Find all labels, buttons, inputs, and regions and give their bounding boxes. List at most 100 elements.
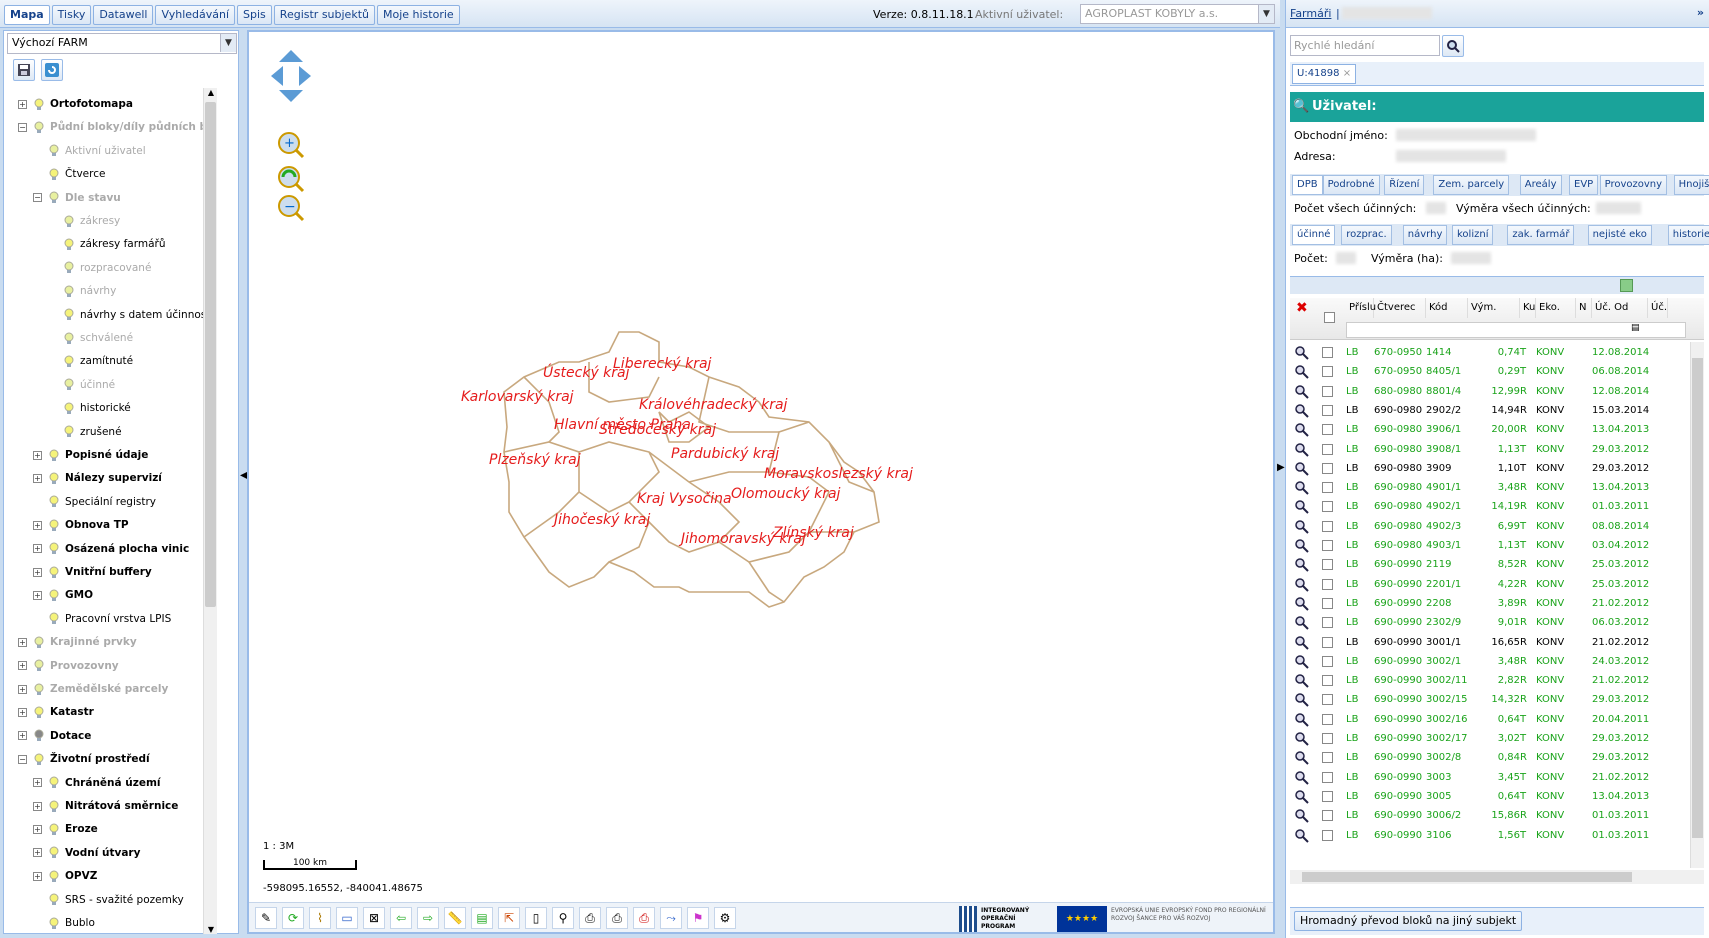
layer-node[interactable]: + Nitrátová směrnice — [33, 796, 178, 816]
subtab-3[interactable]: kolizní — [1452, 225, 1494, 245]
tab-0[interactable]: Mapa — [4, 5, 50, 25]
bulb-icon[interactable] — [34, 98, 44, 111]
bulb-icon[interactable] — [49, 168, 59, 181]
row-checkbox[interactable] — [1322, 366, 1333, 378]
bulb-icon[interactable] — [49, 800, 59, 813]
column-header[interactable]: Úč. — [1648, 298, 1668, 318]
row-checkbox[interactable] — [1322, 540, 1333, 551]
bulb-icon[interactable] — [49, 589, 59, 602]
layer-node[interactable]: + Eroze — [33, 819, 98, 839]
row-checkbox[interactable] — [1322, 617, 1333, 629]
table-row[interactable]: LB 690-0980 4901/1 3,48 R KONV 13.04.2013 — [1290, 477, 1690, 498]
layers-icon[interactable]: ▤ — [471, 907, 493, 929]
table-row[interactable]: LB 690-0990 3106 1,56 T KONV 01.03.2011 — [1290, 825, 1690, 846]
grid-hscrollbar[interactable] — [1290, 870, 1704, 884]
table-row[interactable]: LB 680-0980 8801/4 12,99 R KONV 12.08.2014 — [1290, 381, 1690, 402]
layer-node[interactable]: + Zemědělské parcely — [18, 679, 168, 699]
row-checkbox[interactable] — [1322, 501, 1333, 513]
expand-toggle-icon[interactable]: + — [33, 450, 42, 460]
row-checkbox[interactable] — [1322, 771, 1333, 783]
expand-toggle-icon[interactable]: + — [33, 567, 42, 577]
subtab-3[interactable]: Zem. parcely — [1433, 175, 1510, 195]
row-checkbox[interactable] — [1322, 462, 1333, 474]
collapse-panel-icon[interactable]: » — [1697, 6, 1704, 19]
bulb-icon[interactable] — [64, 238, 74, 251]
layer-node[interactable]: + Obnova TP — [33, 515, 129, 535]
bulb-icon[interactable] — [49, 191, 59, 204]
column-header[interactable]: Čtverec — [1374, 298, 1426, 318]
bulb-icon[interactable] — [49, 823, 59, 836]
expand-toggle-icon[interactable]: + — [18, 684, 27, 694]
subtab-4[interactable]: zak. farmář — [1507, 225, 1575, 245]
subtab-1[interactable]: Podrobné — [1322, 175, 1380, 195]
row-checkbox[interactable] — [1322, 790, 1333, 802]
bulb-icon[interactable] — [49, 870, 59, 883]
export-icon[interactable]: ⇱ — [498, 907, 520, 929]
row-checkbox[interactable] — [1322, 347, 1333, 358]
expand-toggle-icon[interactable]: + — [33, 590, 42, 600]
subtab-2[interactable]: návrhy — [1402, 225, 1448, 245]
tab-3[interactable]: Vyhledávání — [155, 5, 236, 25]
bulb-icon[interactable] — [49, 519, 59, 532]
bulb-icon[interactable] — [34, 659, 44, 672]
bulb-icon[interactable] — [64, 332, 74, 345]
scale-icon[interactable]: ⊠ — [363, 907, 385, 929]
column-header[interactable]: Kód — [1426, 298, 1468, 318]
layer-node[interactable]: zákresy farmářů — [48, 234, 166, 254]
expand-toggle-icon[interactable]: + — [33, 473, 42, 483]
layer-node[interactable]: + Ortofotomapa — [18, 94, 133, 114]
select-all-checkbox[interactable] — [1324, 312, 1335, 323]
row-checkbox[interactable] — [1322, 597, 1333, 609]
print3-icon[interactable]: ⎙ — [633, 907, 655, 929]
table-row[interactable]: LB 690-0980 4903/1 1,13 T KONV 03.04.2012 — [1290, 535, 1690, 556]
bulb-icon[interactable] — [34, 729, 44, 742]
bulb-icon[interactable] — [34, 706, 44, 719]
layer-node[interactable]: + Dotace — [18, 726, 91, 746]
tab-1[interactable]: Tisky — [51, 5, 92, 25]
layer-node[interactable]: + OPVZ — [33, 866, 97, 886]
layer-node[interactable]: SRS - svažité pozemky — [33, 890, 184, 910]
table-row[interactable]: LB 690-0990 3002/8 0,84 R KONV 29.03.2012 — [1290, 747, 1690, 768]
expand-toggle-icon[interactable]: − — [33, 193, 42, 203]
bulb-icon[interactable] — [64, 308, 74, 321]
layer-node[interactable]: návrhy s datem účinnosti — [48, 305, 213, 325]
table-row[interactable]: LB 690-0980 4902/1 14,19 R KONV 01.03.2011 — [1290, 496, 1690, 517]
print2-icon[interactable]: ⎙ — [606, 907, 628, 929]
layer-node[interactable]: zamítnuté — [48, 351, 133, 371]
table-row[interactable]: LB 690-0990 3001/1 16,65 R KONV 21.02.2012 — [1290, 632, 1690, 653]
subtab-7[interactable]: Hnojiště — [1673, 175, 1709, 195]
bulb-icon[interactable] — [49, 472, 59, 485]
subtab-0[interactable]: DPB — [1292, 175, 1323, 195]
settings-icon[interactable]: ⚙ — [714, 907, 736, 929]
table-row[interactable]: LB 690-0990 2208 3,89 R KONV 21.02.2012 — [1290, 593, 1690, 614]
bulb-icon[interactable] — [34, 121, 44, 134]
search-icon[interactable] — [1442, 35, 1464, 57]
bulb-icon[interactable] — [49, 612, 59, 625]
delete-icon[interactable]: ✖ — [1296, 300, 1308, 316]
bulk-transfer-button[interactable]: Hromadný převod bloků na jiný subjekt — [1294, 911, 1523, 931]
layer-node[interactable]: + Krajinné prvky — [18, 632, 137, 652]
refresh-map-icon[interactable]: ⟳ — [282, 907, 304, 929]
expand-toggle-icon[interactable]: + — [33, 801, 42, 811]
broom-icon[interactable]: ⌇ — [309, 907, 331, 929]
table-row[interactable]: LB 670-0950 1414 0,74 T KONV 12.08.2014 — [1290, 342, 1690, 363]
column-header[interactable]: Vým. — [1468, 298, 1520, 318]
subtab-5[interactable]: EVP — [1569, 175, 1599, 195]
bulb-icon[interactable] — [64, 402, 74, 415]
expand-toggle-icon[interactable]: − — [18, 754, 27, 764]
print-icon[interactable]: ⎙ — [579, 907, 601, 929]
bulb-icon[interactable] — [49, 893, 59, 906]
subtab-1[interactable]: rozprac. — [1341, 225, 1392, 245]
table-row[interactable]: LB 690-0980 3909 1,10 T KONV 29.03.2012 — [1290, 458, 1690, 479]
expand-toggle-icon[interactable]: + — [18, 661, 27, 671]
tab-6[interactable]: Moje historie — [376, 5, 460, 25]
row-checkbox[interactable] — [1322, 424, 1333, 436]
tab-5[interactable]: Registr subjektů — [273, 5, 375, 25]
table-row[interactable]: LB 670-0950 8405/1 0,29 T KONV 06.08.2014 — [1290, 361, 1690, 382]
chevron-down-icon[interactable]: ▼ — [1258, 5, 1274, 23]
bulb-icon[interactable] — [49, 449, 59, 462]
excel-export-icon[interactable] — [1620, 279, 1633, 292]
layer-node[interactable]: Pracovní vrstva LPIS — [33, 609, 171, 629]
table-row[interactable]: LB 690-0990 3002/16 0,64 T KONV 20.04.2011 — [1290, 709, 1690, 730]
layer-node[interactable]: + Chráněná území — [33, 773, 161, 793]
